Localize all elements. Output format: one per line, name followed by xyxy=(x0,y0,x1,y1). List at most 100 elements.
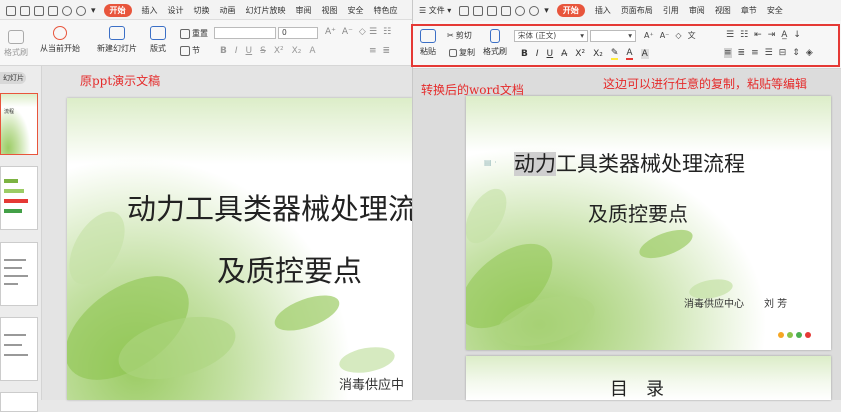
slide-thumb-5[interactable] xyxy=(0,392,38,412)
ppt-format-brush-button[interactable]: 格式刷 xyxy=(4,30,28,58)
word-page-1[interactable]: ▤ · 动力工具类器械处理流程 及质控要点 消毒供应中心 刘 芳 xyxy=(466,96,831,350)
line-spacing-icon[interactable]: ⇕ xyxy=(792,48,800,58)
file-menu[interactable]: ☰ 文件 ▾ xyxy=(419,5,451,16)
word-tab-chapter[interactable]: 章节 xyxy=(741,5,757,16)
preview-icon[interactable] xyxy=(501,5,512,16)
paragraph-handle-icon[interactable]: ▤ · xyxy=(484,158,497,167)
redo-icon[interactable] xyxy=(76,5,86,16)
font-color-icon[interactable]: A xyxy=(309,46,315,56)
preview-icon[interactable] xyxy=(48,5,58,16)
word-font-size-combo[interactable]: ▾ xyxy=(590,30,636,42)
sort-icon[interactable]: ↓ xyxy=(793,30,801,40)
distribute-icon[interactable]: ⊟ xyxy=(779,48,787,58)
selected-text[interactable]: 动力 xyxy=(514,152,556,176)
ppt-tab-home[interactable]: 开始 xyxy=(103,4,132,17)
copy-button[interactable]: 复制 xyxy=(447,47,475,58)
align-left-icon[interactable]: ≡ xyxy=(369,46,377,56)
ppt-tab-animation[interactable]: 动画 xyxy=(220,5,236,16)
italic-icon[interactable]: I xyxy=(235,46,238,56)
quick-access-dropdown-icon[interactable]: ▾ xyxy=(544,6,549,16)
ppt-tab-view[interactable]: 视图 xyxy=(322,5,338,16)
reset-button[interactable]: 重置 xyxy=(178,28,208,39)
clear-format-icon[interactable]: ◇ xyxy=(675,31,681,40)
bullet-list-icon[interactable]: ☰ xyxy=(726,30,734,40)
print-icon[interactable] xyxy=(487,5,498,16)
highlight-color-icon[interactable]: ✎ xyxy=(610,48,619,60)
undo-icon[interactable] xyxy=(62,5,72,16)
word-title[interactable]: 动力工具类器械处理流程 xyxy=(514,148,745,178)
word-tab-security[interactable]: 安全 xyxy=(767,5,783,16)
ppt-tab-insert[interactable]: 插入 xyxy=(142,5,158,16)
toc-title[interactable]: 目 录 xyxy=(610,375,664,401)
italic-icon[interactable]: I xyxy=(536,49,539,59)
clear-format-icon[interactable]: ◇ xyxy=(359,27,366,37)
subscript-icon[interactable]: X₂ xyxy=(593,49,603,59)
slide-thumb-1[interactable]: 流程 xyxy=(0,93,38,155)
subscript-icon[interactable]: X₂ xyxy=(292,46,302,56)
shrink-font-icon[interactable]: A⁻ xyxy=(342,27,353,37)
grow-font-icon[interactable]: A⁺ xyxy=(644,31,654,40)
word-tab-page-layout[interactable]: 页面布局 xyxy=(621,5,653,16)
align-center-icon[interactable]: ≣ xyxy=(738,48,746,58)
slide-title-line2[interactable]: 及质控要点 xyxy=(217,248,362,290)
save-icon[interactable] xyxy=(6,5,16,16)
ppt-tab-security[interactable]: 安全 xyxy=(348,5,364,16)
slide-thumb-2[interactable] xyxy=(0,166,38,230)
slide-title-line1[interactable]: 动力工具类器械处理流 xyxy=(127,186,417,228)
decrease-indent-icon[interactable]: ⇤ xyxy=(754,30,762,40)
slide-thumb-4[interactable] xyxy=(0,317,38,381)
word-tab-home[interactable]: 开始 xyxy=(556,4,585,17)
increase-indent-icon[interactable]: ⇥ xyxy=(768,30,776,40)
align-left-icon[interactable]: ≡ xyxy=(724,48,732,58)
slide-thumb-3[interactable] xyxy=(0,242,38,306)
word-footer-text[interactable]: 消毒供应中心 刘 芳 xyxy=(684,295,787,310)
current-slide[interactable]: 动力工具类器械处理流 及质控要点 消毒供应中 xyxy=(67,98,417,400)
ppt-font-name-combo[interactable] xyxy=(214,27,276,39)
shading-icon[interactable]: ◈ xyxy=(806,48,813,58)
quick-access-dropdown-icon[interactable]: ▾ xyxy=(91,6,96,16)
word-tab-references[interactable]: 引用 xyxy=(663,5,679,16)
justify-icon[interactable]: ☰ xyxy=(765,48,773,58)
layout-button[interactable]: 版式 xyxy=(150,26,166,54)
bullet-list-icon[interactable]: ☰ xyxy=(369,27,377,37)
ppt-tab-slideshow[interactable]: 幻灯片放映 xyxy=(246,5,286,16)
word-subtitle[interactable]: 及质控要点 xyxy=(588,198,688,227)
word-page-2[interactable]: 目 录 xyxy=(466,356,831,400)
ppt-tab-transition[interactable]: 切换 xyxy=(194,5,210,16)
strikethrough-icon[interactable]: S xyxy=(260,46,266,56)
align-center-icon[interactable]: ≣ xyxy=(383,46,391,56)
word-tab-review[interactable]: 审阅 xyxy=(689,5,705,16)
align-right-icon[interactable]: ≡ xyxy=(751,48,759,58)
word-font-name-combo[interactable]: 宋体 (正文) ▾ xyxy=(514,30,588,42)
numbered-list-icon[interactable]: ☷ xyxy=(740,30,748,40)
save-icon[interactable] xyxy=(459,5,470,16)
word-tab-view[interactable]: 视图 xyxy=(715,5,731,16)
chinese-layout-icon[interactable]: A̲ xyxy=(781,30,787,40)
cut-button[interactable]: ✂ 剪切 xyxy=(447,30,472,41)
strikethrough-icon[interactable]: A̶ xyxy=(561,49,567,59)
shrink-font-icon[interactable]: A⁻ xyxy=(660,31,670,40)
export-icon[interactable] xyxy=(473,5,484,16)
slide-footer-text[interactable]: 消毒供应中 xyxy=(339,374,404,393)
ppt-tab-features[interactable]: 特色应 xyxy=(374,5,398,16)
ppt-font-size-combo[interactable]: 0 xyxy=(278,27,318,39)
ppt-tab-design[interactable]: 设计 xyxy=(168,5,184,16)
paste-button[interactable]: 粘贴 xyxy=(420,29,436,57)
word-tab-insert[interactable]: 插入 xyxy=(595,5,611,16)
char-shading-icon[interactable]: A xyxy=(640,49,649,59)
superscript-icon[interactable]: X² xyxy=(274,46,284,56)
bold-icon[interactable]: B xyxy=(521,49,528,59)
phonetic-icon[interactable]: 文 xyxy=(688,30,696,41)
underline-icon[interactable]: U xyxy=(246,46,253,56)
undo-icon[interactable] xyxy=(515,5,526,16)
redo-icon[interactable] xyxy=(529,5,540,16)
slides-panel-tab[interactable]: 幻灯片 xyxy=(0,72,26,84)
play-from-current-button[interactable]: 从当前开始 xyxy=(40,26,80,54)
bold-icon[interactable]: B xyxy=(220,46,227,56)
font-color-icon[interactable]: A xyxy=(626,48,633,60)
section-button[interactable]: 节 xyxy=(178,45,200,56)
export-icon[interactable] xyxy=(20,5,30,16)
superscript-icon[interactable]: X² xyxy=(575,49,585,59)
ppt-tab-review[interactable]: 审阅 xyxy=(296,5,312,16)
underline-icon[interactable]: U xyxy=(547,49,554,59)
